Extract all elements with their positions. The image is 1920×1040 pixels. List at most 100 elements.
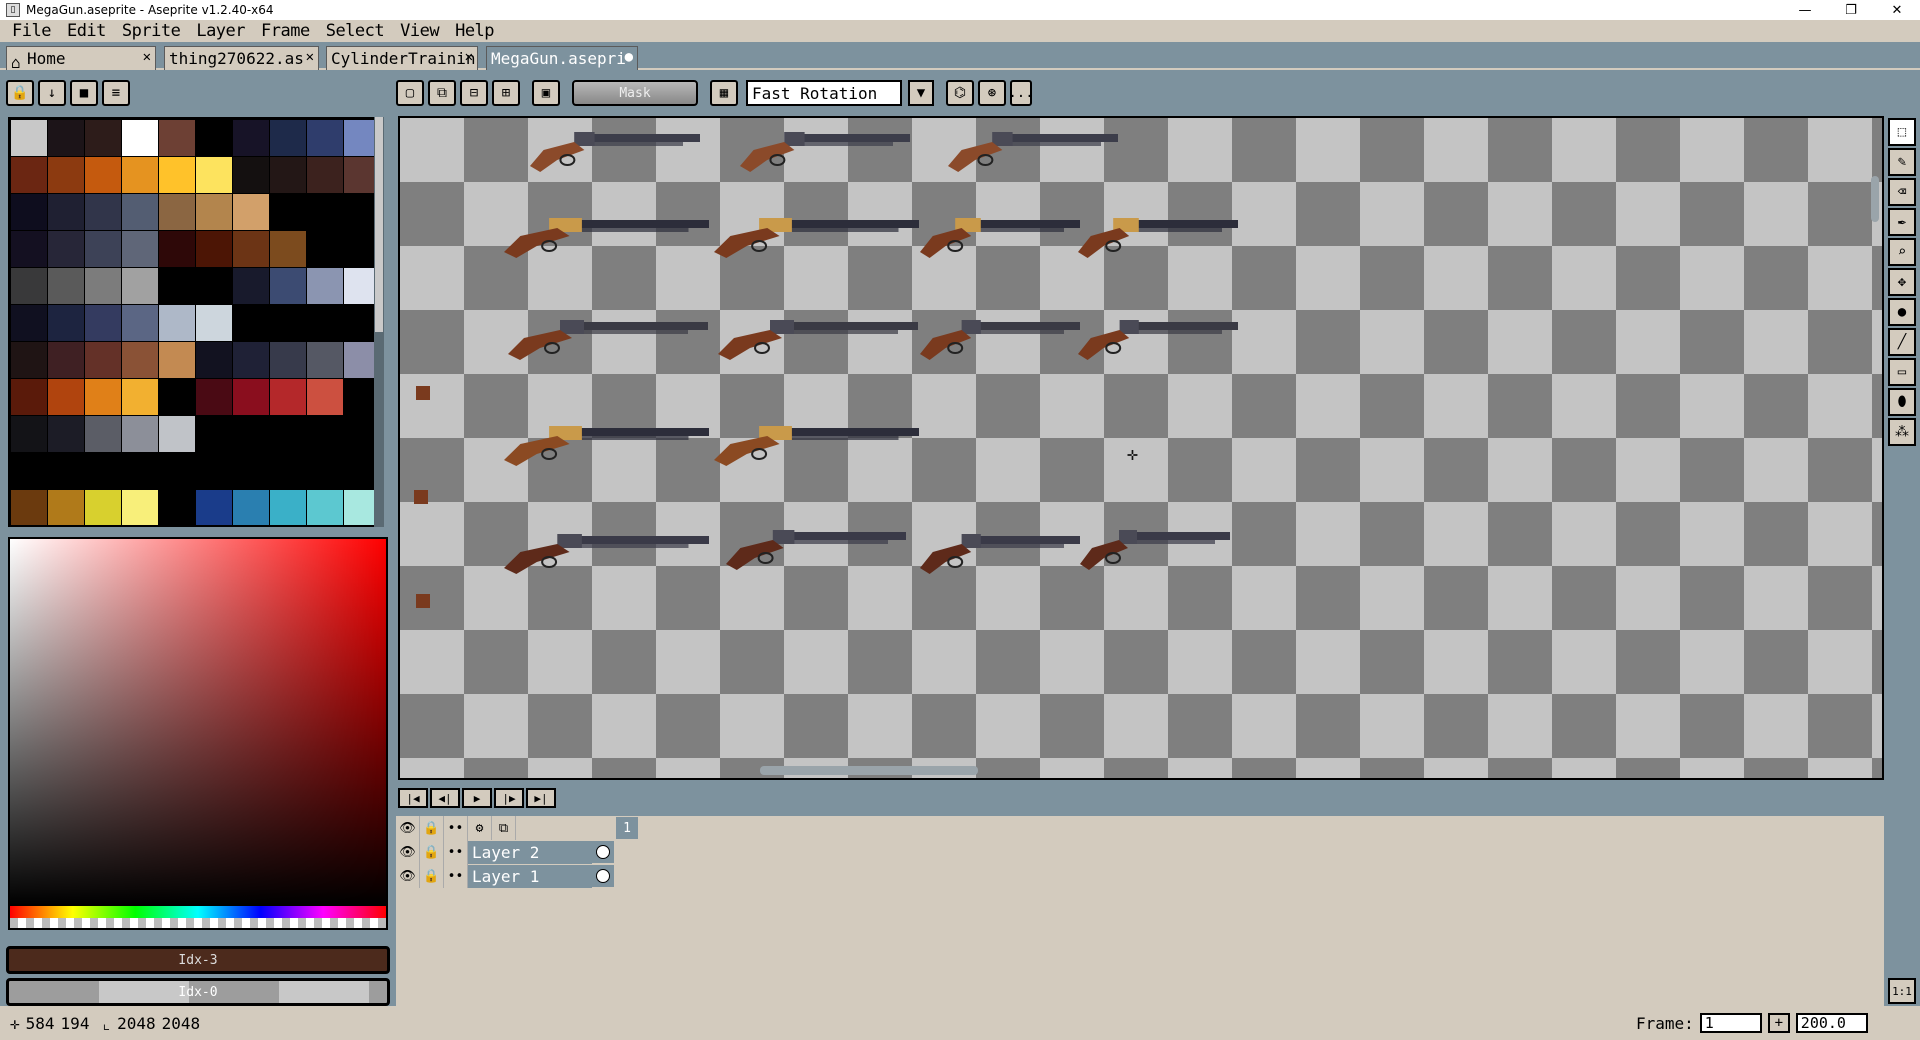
palette-swatch[interactable] bbox=[159, 268, 195, 304]
palette-swatch[interactable] bbox=[122, 490, 158, 525]
palette-swatch[interactable] bbox=[85, 157, 121, 193]
menu-help[interactable]: Help bbox=[447, 20, 502, 42]
rotation-algorithm-select[interactable]: Fast Rotation bbox=[746, 80, 902, 106]
blur-icon[interactable]: ⁂ bbox=[1888, 418, 1916, 446]
tab-megagun[interactable]: MegaGun.asepri ● bbox=[486, 46, 638, 70]
palette-swatch[interactable] bbox=[159, 194, 195, 230]
palette-swatch[interactable] bbox=[233, 305, 269, 341]
palette-swatch[interactable] bbox=[85, 453, 121, 489]
palette-swatch[interactable] bbox=[307, 194, 343, 230]
palette-swatch[interactable] bbox=[11, 416, 47, 452]
palette-swatch[interactable] bbox=[159, 157, 195, 193]
eraser-icon[interactable]: ⌫ bbox=[1888, 178, 1916, 206]
rectangle-icon[interactable]: ▭ bbox=[1888, 358, 1916, 386]
paint-bucket-icon[interactable]: ● bbox=[1888, 298, 1916, 326]
menu-sprite[interactable]: Sprite bbox=[114, 20, 188, 42]
menu-layer[interactable]: Layer bbox=[188, 20, 253, 42]
canvas-horizontal-scrollbar[interactable] bbox=[760, 766, 978, 775]
palette-swatch[interactable] bbox=[122, 231, 158, 267]
contour-icon[interactable]: ⬮ bbox=[1888, 388, 1916, 416]
palette-swatch[interactable] bbox=[48, 120, 84, 156]
sprite-canvas[interactable]: ✛ bbox=[400, 118, 1882, 778]
move-icon[interactable]: ✥ bbox=[1888, 268, 1916, 296]
palette-swatch[interactable] bbox=[270, 342, 306, 378]
background-color-button[interactable]: Idx-0 bbox=[6, 978, 390, 1006]
palette-swatch[interactable] bbox=[85, 194, 121, 230]
menu-select[interactable]: Select bbox=[318, 20, 392, 42]
eyedropper-icon[interactable]: ✒ bbox=[1888, 208, 1916, 236]
palette-swatch[interactable] bbox=[85, 268, 121, 304]
palette-swatch[interactable] bbox=[122, 157, 158, 193]
palette-swatch[interactable] bbox=[196, 379, 232, 415]
palette-swatch[interactable] bbox=[122, 416, 158, 452]
layer-row[interactable]: 👁 🔒 •• Layer 2 bbox=[396, 840, 614, 864]
layer-name[interactable]: Layer 2 bbox=[468, 840, 592, 864]
palette-swatch[interactable] bbox=[307, 490, 343, 525]
next-frame-icon[interactable]: |▶ bbox=[494, 788, 524, 808]
palette-swatch[interactable] bbox=[85, 231, 121, 267]
palette-swatch[interactable] bbox=[122, 379, 158, 415]
palette-swatch[interactable] bbox=[307, 268, 343, 304]
zoom-reset-button[interactable]: 1:1 bbox=[1888, 978, 1916, 1004]
menu-edit[interactable]: Edit bbox=[59, 20, 114, 42]
palette-swatch[interactable] bbox=[307, 120, 343, 156]
palette-swatch[interactable] bbox=[233, 379, 269, 415]
tab-thing[interactable]: thing270622.as ✕ bbox=[164, 46, 319, 70]
palette-swatch[interactable] bbox=[159, 416, 195, 452]
onion-skin-icon[interactable]: ⚙ bbox=[468, 816, 492, 840]
palette-swatch[interactable] bbox=[196, 120, 232, 156]
pivot-icon[interactable]: ⌬ bbox=[946, 80, 974, 106]
palette-swatch[interactable] bbox=[85, 305, 121, 341]
palette-swatch[interactable] bbox=[122, 120, 158, 156]
canvas-vertical-scrollbar[interactable] bbox=[1871, 176, 1879, 222]
palette-swatch[interactable] bbox=[196, 342, 232, 378]
palette-swatch[interactable] bbox=[196, 194, 232, 230]
palette-swatch[interactable] bbox=[270, 157, 306, 193]
palette-swatch[interactable] bbox=[233, 490, 269, 525]
hue-slider[interactable] bbox=[8, 906, 388, 918]
palette-swatch[interactable] bbox=[270, 194, 306, 230]
palette-swatch[interactable] bbox=[307, 453, 343, 489]
palette-swatch[interactable] bbox=[11, 268, 47, 304]
previous-frame-icon[interactable]: ◀| bbox=[430, 788, 460, 808]
pixel-perfect-icon[interactable]: ▣ bbox=[532, 80, 560, 106]
palette-swatch[interactable] bbox=[122, 342, 158, 378]
palette-swatch[interactable] bbox=[196, 490, 232, 525]
palette-swatch[interactable] bbox=[270, 416, 306, 452]
palette-swatch[interactable] bbox=[85, 490, 121, 525]
palette-swatch[interactable] bbox=[11, 305, 47, 341]
first-frame-icon[interactable]: |◀ bbox=[398, 788, 428, 808]
lock-icon[interactable]: 🔒 bbox=[420, 864, 444, 888]
palette-swatch[interactable] bbox=[159, 342, 195, 378]
palette-swatch[interactable] bbox=[48, 416, 84, 452]
palette-swatch[interactable] bbox=[11, 490, 47, 525]
palette-swatch[interactable] bbox=[233, 268, 269, 304]
alpha-slider[interactable] bbox=[8, 918, 388, 930]
palette-swatch[interactable] bbox=[122, 268, 158, 304]
palette-swatch[interactable] bbox=[122, 305, 158, 341]
tab-close-icon[interactable]: ✕ bbox=[306, 49, 314, 65]
palette-swatch[interactable] bbox=[159, 305, 195, 341]
palette-swatch[interactable] bbox=[85, 120, 121, 156]
palette-swatch[interactable] bbox=[270, 379, 306, 415]
modified-dot-icon[interactable]: ● bbox=[625, 49, 633, 65]
more-options-button[interactable]: ... bbox=[1008, 80, 1034, 106]
palette-swatch[interactable] bbox=[48, 490, 84, 525]
palette-swatch[interactable] bbox=[270, 268, 306, 304]
lock-icon[interactable]: 🔒 bbox=[420, 816, 444, 840]
palette-swatch[interactable] bbox=[270, 120, 306, 156]
palette-swatch[interactable] bbox=[307, 342, 343, 378]
line-icon[interactable]: ╱ bbox=[1888, 328, 1916, 356]
palette-swatch[interactable] bbox=[270, 453, 306, 489]
palette-swatch[interactable] bbox=[307, 305, 343, 341]
palette-presets-icon[interactable]: ■ bbox=[70, 80, 98, 106]
tab-home[interactable]: ⌂ Home ✕ bbox=[6, 46, 156, 70]
palette-swatch[interactable] bbox=[233, 231, 269, 267]
pencil-icon[interactable]: ✎ bbox=[1888, 148, 1916, 176]
chevron-down-icon[interactable]: ▼ bbox=[908, 80, 934, 106]
color-spectrum[interactable] bbox=[8, 537, 388, 907]
palette-swatch[interactable] bbox=[48, 231, 84, 267]
palette-swatch[interactable] bbox=[196, 305, 232, 341]
palette-swatch[interactable] bbox=[196, 231, 232, 267]
menu-frame[interactable]: Frame bbox=[253, 20, 318, 42]
